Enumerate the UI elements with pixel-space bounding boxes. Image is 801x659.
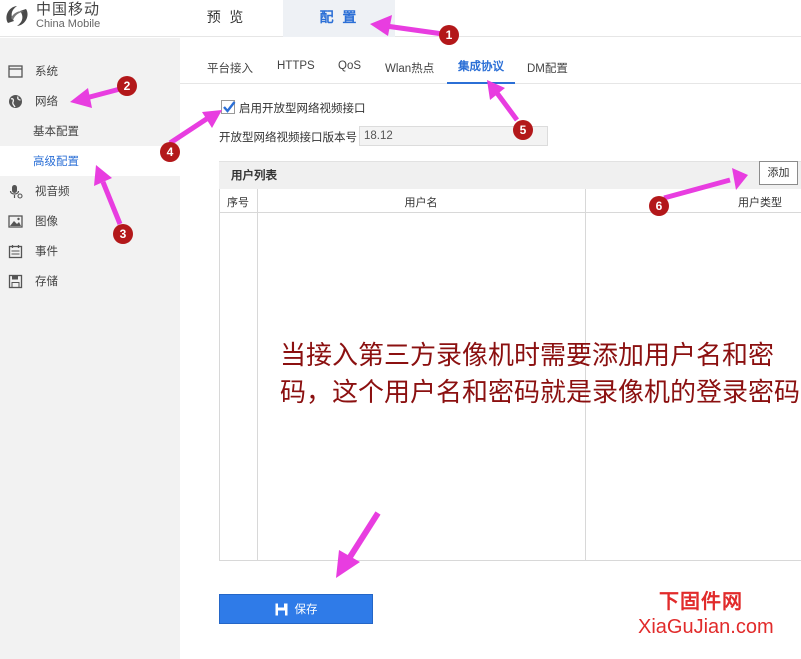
microphone-icon xyxy=(9,184,23,199)
tab-qos[interactable]: QoS xyxy=(338,60,361,72)
tab-platform-access[interactable]: 平台接入 xyxy=(207,60,253,76)
step-badge-5: 5 xyxy=(513,120,533,140)
tab-config[interactable]: 配 置 xyxy=(283,0,395,37)
add-user-button[interactable]: 添加 xyxy=(759,161,798,185)
sidebar-item-system[interactable]: 系统 xyxy=(0,56,180,86)
active-tab-underline xyxy=(447,82,515,84)
calendar-icon xyxy=(8,244,23,258)
tab-https[interactable]: HTTPS xyxy=(277,60,315,72)
version-label: 开放型网络视频接口版本号 xyxy=(219,130,357,144)
sidebar-item-storage[interactable]: 存储 xyxy=(0,266,180,296)
user-list-header xyxy=(219,161,801,189)
tab-integration-protocol[interactable]: 集成协议 xyxy=(458,58,504,74)
sidebar: 系统 网络 基本配置 高级配置 视音频 图像 事件 存储 xyxy=(0,38,180,659)
sidebar-item-label: 图像 xyxy=(35,214,58,228)
column-header-user-type: 用户类型 xyxy=(738,196,782,209)
arrow-5 xyxy=(487,80,520,122)
enable-open-video-checkbox[interactable] xyxy=(221,100,236,114)
user-list-title: 用户列表 xyxy=(231,168,277,182)
step-badge-4: 4 xyxy=(160,142,180,162)
app-root: 中国移动 China Mobile 预 览 配 置 系统 网络 基本配置 高级配… xyxy=(0,0,801,659)
sidebar-item-event[interactable]: 事件 xyxy=(0,236,180,266)
sidebar-item-label: 视音频 xyxy=(35,184,70,198)
annotation-note: 当接入第三方录像机时需要添加用户名和密码，这个用户名和密码就是录像机的登录密码 xyxy=(280,341,801,408)
sidebar-item-label: 事件 xyxy=(35,244,58,258)
save-button[interactable]: 保存 xyxy=(219,594,373,624)
sidebar-subitem-advanced-config[interactable]: 高级配置 xyxy=(33,146,79,176)
watermark-cn: 下固件网 xyxy=(659,589,743,613)
top-bar: 中国移动 China Mobile 预 览 配 置 xyxy=(0,0,801,37)
china-mobile-logo: 中国移动 China Mobile xyxy=(2,1,100,31)
step-badge-1: 1 xyxy=(439,25,459,45)
save-button-label: 保存 xyxy=(294,602,318,616)
sidebar-item-audio-video[interactable]: 视音频 xyxy=(0,176,180,206)
column-header-username: 用户名 xyxy=(404,196,438,209)
column-header-index: 序号 xyxy=(227,196,249,209)
enable-open-video-label: 启用开放型网络视频接口 xyxy=(239,101,366,115)
china-mobile-logo-icon xyxy=(6,6,28,26)
window-icon xyxy=(8,64,23,78)
column-divider xyxy=(257,189,258,561)
step-badge-6: 6 xyxy=(649,196,669,216)
step-badge-3: 3 xyxy=(113,224,133,244)
sidebar-item-image[interactable]: 图像 xyxy=(0,206,180,236)
watermark-en: XiaGuJian.com xyxy=(638,616,774,638)
sidebar-item-network[interactable]: 网络 xyxy=(0,86,180,116)
tab-dm-config[interactable]: DM配置 xyxy=(527,60,568,76)
tab-preview[interactable]: 预 览 xyxy=(184,0,268,37)
sidebar-item-label: 存储 xyxy=(35,274,58,288)
floppy-icon xyxy=(8,274,23,288)
globe-icon xyxy=(9,94,22,108)
sidebar-item-label: 系统 xyxy=(35,64,58,78)
sidebar-item-label: 网络 xyxy=(35,94,58,108)
image-icon xyxy=(8,214,23,228)
sidebar-subitem-basic-config[interactable]: 基本配置 xyxy=(33,116,79,146)
tab-wlan-hotspot[interactable]: Wlan热点 xyxy=(385,60,434,76)
floppy-icon xyxy=(275,603,287,615)
logo-cn-text: 中国移动 xyxy=(36,0,101,18)
step-badge-2: 2 xyxy=(117,76,137,96)
logo-en-text: China Mobile xyxy=(36,18,101,30)
sidebar-active-highlight xyxy=(0,146,180,176)
checkmark-icon xyxy=(223,101,236,113)
